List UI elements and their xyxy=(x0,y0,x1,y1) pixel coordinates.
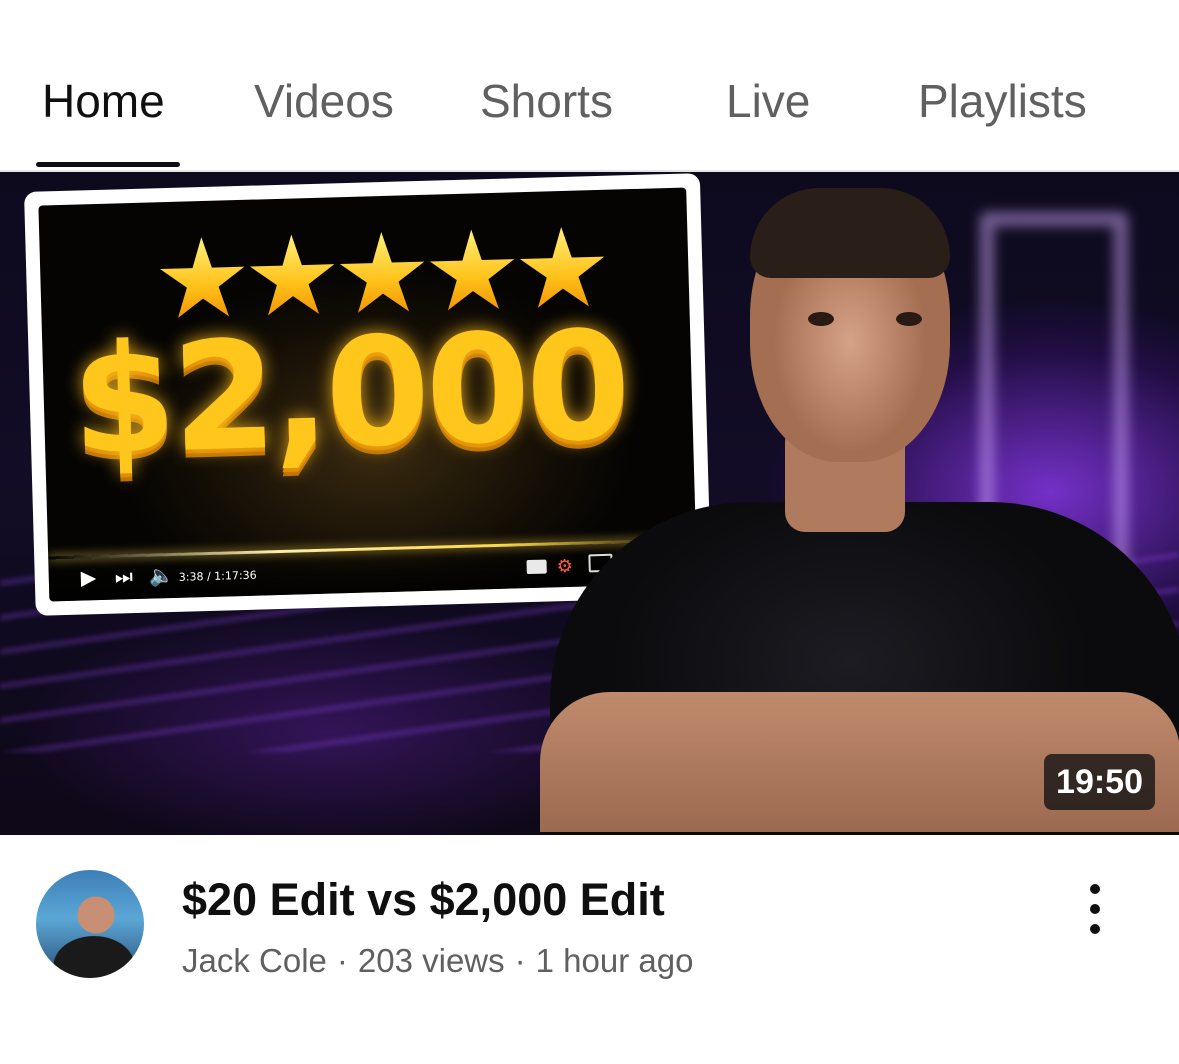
tab-playlists[interactable]: Playlists xyxy=(918,74,1087,128)
view-count: 203 views xyxy=(357,942,505,979)
more-dot xyxy=(1090,924,1100,934)
tab-videos[interactable]: Videos xyxy=(254,74,394,128)
person-eye xyxy=(896,312,922,326)
meta-separator: · xyxy=(514,942,526,979)
channel-name[interactable]: Jack Cole xyxy=(182,942,327,979)
video-thumbnail[interactable]: $2,000 ▶ ⏭ 🔈 3:38 / 1:17:36 ⚙ 19:50 xyxy=(0,172,1179,835)
video-title[interactable]: $20 Edit vs $2,000 Edit xyxy=(182,874,665,926)
more-dot xyxy=(1090,904,1100,914)
person-hair xyxy=(750,188,950,278)
channel-tabs: Home Videos Shorts Live Playlists xyxy=(0,0,1179,172)
play-icon: ▶ xyxy=(80,567,97,590)
person-eye xyxy=(808,312,834,326)
video-meta: Jack Cole · 203 views · 1 hour ago xyxy=(182,942,693,980)
thumbnail-person xyxy=(540,172,1179,835)
channel-avatar[interactable] xyxy=(36,870,144,978)
upload-age: 1 hour ago xyxy=(535,942,694,979)
more-dot xyxy=(1090,884,1100,894)
meta-separator: · xyxy=(336,942,348,979)
duration-badge: 19:50 xyxy=(1044,754,1155,810)
tab-home[interactable]: Home xyxy=(42,74,165,128)
player-time: 3:38 / 1:17:36 xyxy=(178,568,257,584)
tab-live[interactable]: Live xyxy=(726,74,810,128)
tab-shorts[interactable]: Shorts xyxy=(480,74,613,128)
active-tab-indicator xyxy=(36,162,180,167)
next-icon: ⏭ xyxy=(114,566,134,589)
more-vertical-icon[interactable] xyxy=(1072,876,1120,942)
volume-icon: 🔈 xyxy=(148,564,174,588)
